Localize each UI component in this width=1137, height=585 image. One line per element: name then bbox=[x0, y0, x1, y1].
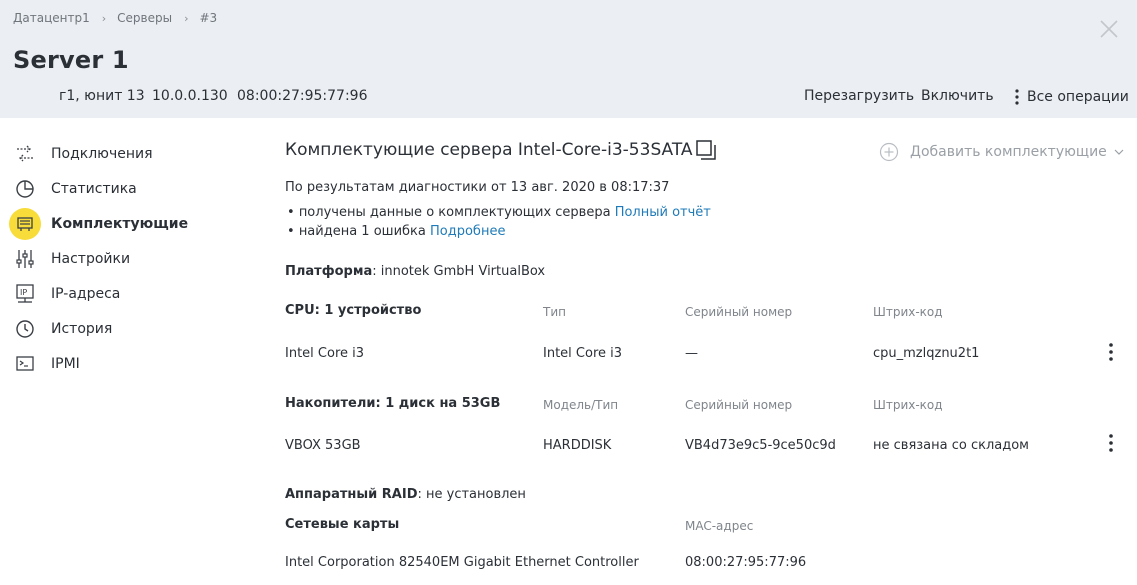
kebab-icon bbox=[1015, 89, 1019, 105]
raid-value: : не установлен bbox=[417, 487, 526, 502]
server-location: г1, юнит 13 bbox=[59, 88, 145, 104]
sidebar-item-label: Подключения bbox=[51, 146, 153, 162]
nics-heading: Сетевые карты bbox=[285, 517, 400, 532]
section-title: Комплектующие сервера Intel-Core-i3-53SA… bbox=[285, 140, 693, 160]
sidebar-item-statistics[interactable]: Статистика bbox=[0, 175, 240, 203]
column-header: Штрих-код bbox=[873, 398, 943, 412]
page-header: Датацентр1 › Серверы › #3 Server 1 г1, ю… bbox=[0, 0, 1137, 118]
disk-name: VBOX 53GB bbox=[285, 438, 361, 453]
add-components-button[interactable]: Добавить комплектующие bbox=[879, 142, 1125, 162]
terminal-icon bbox=[16, 356, 34, 371]
platform-value: : innotek GmbH VirtualBox bbox=[372, 264, 546, 279]
column-header: Тип bbox=[543, 305, 566, 319]
all-operations-label: Все операции bbox=[1027, 89, 1129, 105]
power-on-button[interactable]: Включить bbox=[921, 88, 994, 104]
full-report-link[interactable]: Полный отчёт bbox=[615, 205, 711, 220]
list-item: • получены данные о комплектующих сервер… bbox=[287, 205, 711, 220]
breadcrumb: Датацентр1 › Серверы › #3 bbox=[13, 11, 217, 25]
row-menu-icon[interactable] bbox=[1105, 342, 1117, 362]
close-icon[interactable] bbox=[1098, 18, 1120, 40]
column-header: Серийный номер bbox=[685, 305, 793, 319]
sidebar-item-label: Статистика bbox=[51, 181, 137, 197]
cpu-type: Intel Core i3 bbox=[543, 346, 623, 361]
bullet: • bbox=[287, 224, 299, 239]
sidebar-item-label: IPMI bbox=[51, 356, 80, 372]
sidebar-item-ip[interactable]: IP IP-адреса bbox=[0, 280, 240, 308]
raid-label: Аппаратный RAID bbox=[285, 487, 418, 502]
svg-text:IP: IP bbox=[20, 288, 27, 297]
cpu-heading: CPU: 1 устройство bbox=[285, 303, 422, 318]
ip-icon: IP bbox=[16, 284, 34, 303]
connections-icon bbox=[17, 145, 33, 162]
diagnostics-text: По результатам диагностики от 13 авг. 20… bbox=[285, 180, 670, 195]
chevron-right-icon: › bbox=[184, 11, 189, 25]
sliders-icon bbox=[16, 250, 34, 268]
disk-type: HARDDISK bbox=[543, 438, 612, 453]
storage-heading: Накопители: 1 диск на 53GB bbox=[285, 396, 501, 411]
server-ip: 10.0.0.130 bbox=[152, 88, 228, 104]
column-header: MAC-адрес bbox=[685, 519, 754, 533]
sidebar-item-components[interactable]: Комплектующие bbox=[0, 208, 240, 240]
page-title: Server 1 bbox=[13, 46, 129, 74]
cpu-serial: — bbox=[685, 346, 698, 361]
bullet-text: получены данные о комплектующих сервера bbox=[298, 205, 611, 220]
reboot-button[interactable]: Перезагрузить bbox=[804, 88, 914, 104]
bullet: • bbox=[287, 205, 299, 220]
add-components-label: Добавить комплектующие bbox=[910, 144, 1107, 160]
bullet-text: найдена 1 ошибка bbox=[298, 224, 426, 239]
raid-info: Аппаратный RAID: не установлен bbox=[285, 487, 526, 502]
plus-circle-icon bbox=[879, 142, 899, 162]
all-operations-button[interactable]: Все операции bbox=[1013, 88, 1129, 106]
history-icon bbox=[16, 320, 34, 338]
platform-info: Платформа: innotek GmbH VirtualBox bbox=[285, 264, 545, 279]
details-link[interactable]: Подробнее bbox=[430, 224, 505, 239]
chevron-right-icon: › bbox=[101, 11, 107, 25]
sidebar-item-connections[interactable]: Подключения bbox=[0, 140, 240, 168]
sidebar-item-label: Комплектующие bbox=[51, 216, 189, 232]
sidebar-item-label: Настройки bbox=[51, 251, 131, 267]
cpu-name: Intel Core i3 bbox=[285, 346, 365, 361]
chevron-down-icon bbox=[1114, 149, 1124, 155]
sidebar-item-label: IP-адреса bbox=[51, 286, 121, 302]
pie-chart-icon bbox=[16, 180, 34, 198]
breadcrumb-datacenter[interactable]: Датацентр1 bbox=[13, 11, 90, 25]
sidebar-item-history[interactable]: История bbox=[0, 315, 240, 343]
disk-barcode: не связана со складом bbox=[873, 438, 1029, 453]
breadcrumb-servers[interactable]: Серверы bbox=[117, 11, 172, 25]
platform-label: Платформа bbox=[285, 264, 373, 279]
row-menu-icon[interactable] bbox=[1105, 433, 1117, 453]
sidebar-item-label: История bbox=[51, 321, 113, 337]
disk-serial: VB4d73e9c5-9ce50c9d bbox=[685, 438, 836, 453]
column-header: Модель/Тип bbox=[543, 398, 619, 412]
copy-icon[interactable] bbox=[694, 138, 718, 162]
cpu-barcode: cpu_mzlqznu2t1 bbox=[873, 346, 980, 361]
components-icon bbox=[17, 217, 33, 231]
sidebar-item-ipmi[interactable]: IPMI bbox=[0, 350, 240, 378]
breadcrumb-current: #3 bbox=[199, 11, 218, 25]
server-mac: 08:00:27:95:77:96 bbox=[237, 88, 368, 104]
nic-mac: 08:00:27:95:77:96 bbox=[685, 555, 807, 570]
sidebar-item-settings[interactable]: Настройки bbox=[0, 245, 240, 273]
list-item: • найдена 1 ошибка Подробнее bbox=[287, 224, 505, 239]
column-header: Серийный номер bbox=[685, 398, 793, 412]
column-header: Штрих-код bbox=[873, 305, 943, 319]
nic-name: Intel Corporation 82540EM Gigabit Ethern… bbox=[285, 555, 639, 570]
